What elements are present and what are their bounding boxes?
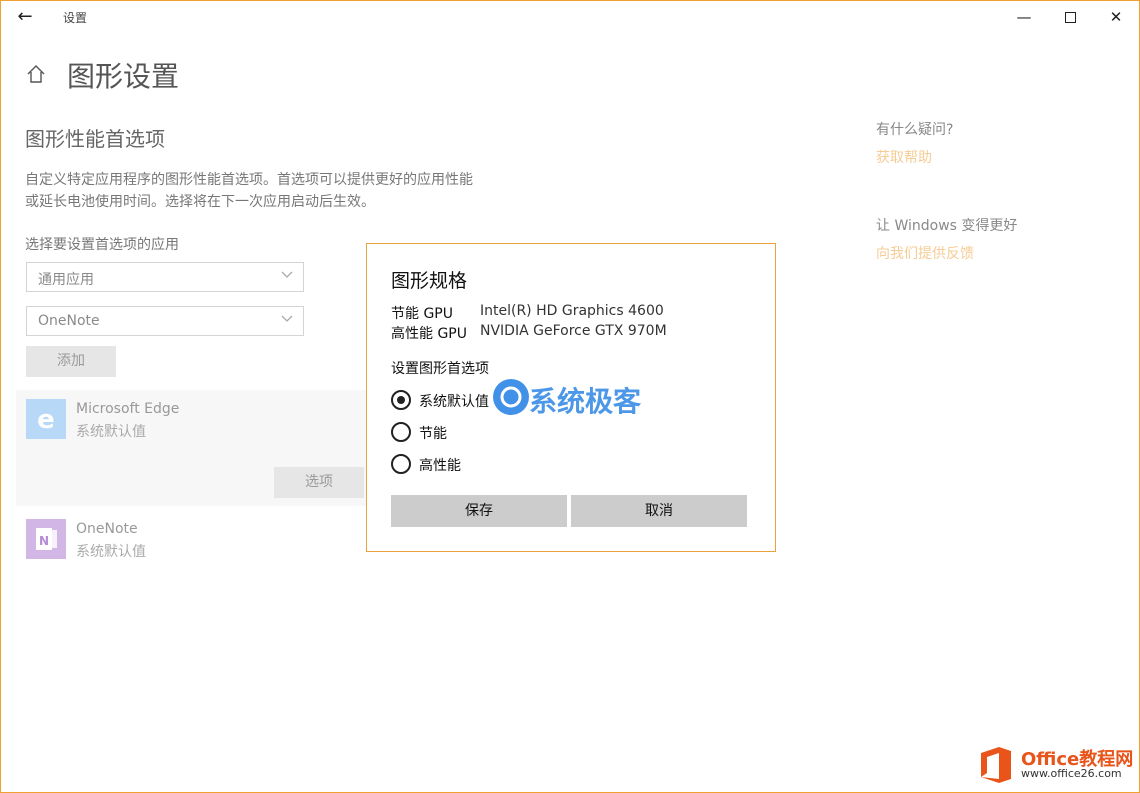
section-description: 自定义特定应用程序的图形性能首选项。首选项可以提供更好的应用性能或延长电池使用时…: [25, 172, 473, 210]
minimize-icon[interactable]: —: [1001, 1, 1047, 33]
power-saving-gpu-value: Intel(R) HD Graphics 4600: [480, 303, 664, 319]
watermark-text: 系统极客: [529, 385, 642, 418]
radio-button[interactable]: [391, 422, 411, 442]
app-select-dropdown[interactable]: OneNote: [26, 306, 304, 336]
app-pref: 系统默认值: [76, 544, 146, 560]
help-question: 有什么疑问?: [876, 122, 954, 138]
settings-window: ← 设置 — ✕ 图形设置 图形性能首选项 自定义特定应用程序的图形性能首选项。…: [0, 0, 1140, 793]
high-perf-gpu-label: 高性能 GPU: [391, 326, 467, 342]
power-saving-gpu-label: 节能 GPU: [391, 306, 453, 322]
graphics-pref-label: 设置图形首选项: [391, 361, 489, 377]
app-type-dropdown[interactable]: 通用应用: [26, 262, 304, 292]
app-name: Microsoft Edge: [76, 401, 180, 417]
options-button[interactable]: 选项: [274, 467, 364, 498]
office-watermark: Office教程网 www.office26.com: [977, 743, 1137, 789]
section-title: 图形性能首选项: [25, 127, 165, 151]
office-watermark-url: www.office26.com: [1021, 767, 1122, 780]
app-select-value: OneNote: [38, 313, 100, 329]
radio-label: 高性能: [419, 458, 461, 474]
dialog-title: 图形规格: [391, 270, 468, 292]
app-pref: 系统默认值: [76, 424, 146, 440]
get-help-link[interactable]: 获取帮助: [876, 147, 932, 167]
back-arrow-icon[interactable]: ←: [9, 3, 41, 31]
choose-app-label: 选择要设置首选项的应用: [25, 237, 179, 253]
svg-text:N: N: [39, 534, 49, 548]
radio-label: 节能: [419, 426, 447, 442]
page-title: 图形设置: [67, 60, 180, 93]
close-icon[interactable]: ✕: [1093, 1, 1139, 33]
maximize-icon[interactable]: [1047, 1, 1093, 33]
high-perf-gpu-value: NVIDIA GeForce GTX 970M: [480, 323, 667, 339]
onenote-icon: N: [26, 519, 66, 559]
app-type-value: 通用应用: [38, 272, 94, 288]
title-bar: ← 设置 — ✕: [1, 1, 1139, 33]
watermark-logo-icon: [493, 379, 529, 415]
feedback-question: 让 Windows 变得更好: [876, 218, 1018, 234]
add-button[interactable]: 添加: [26, 346, 116, 377]
svg-text:e: e: [37, 405, 55, 435]
chevron-down-icon: [281, 271, 293, 278]
cancel-button[interactable]: 取消: [571, 495, 747, 527]
chevron-down-icon: [281, 315, 293, 322]
radio-button[interactable]: [391, 454, 411, 474]
watermark: 系统极客: [493, 379, 663, 419]
window-title: 设置: [63, 11, 88, 25]
home-icon[interactable]: [25, 63, 47, 85]
office-logo-icon: [981, 747, 1011, 783]
app-name: OneNote: [76, 521, 138, 537]
radio-label: 系统默认值: [419, 394, 489, 410]
give-feedback-link[interactable]: 向我们提供反馈: [876, 243, 974, 263]
edge-icon: e: [26, 399, 66, 439]
radio-button[interactable]: [391, 390, 411, 410]
save-button[interactable]: 保存: [391, 495, 567, 527]
